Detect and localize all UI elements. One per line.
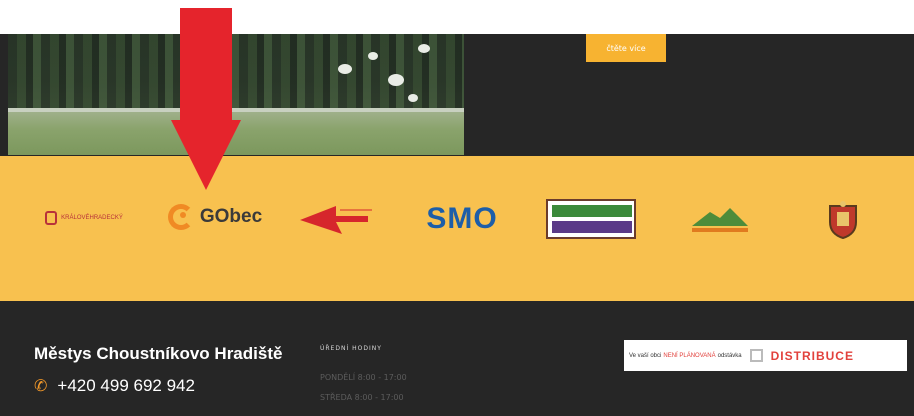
gobec-logo-text: GObec: [199, 206, 263, 227]
banner-text: odstávka: [717, 352, 742, 359]
grass-field: [8, 112, 464, 155]
logo-smo[interactable]: SMO: [420, 199, 504, 239]
kralovstvi-badge-icon: [546, 199, 636, 239]
read-more-button[interactable]: čtěte více: [586, 34, 666, 62]
hero-photo: [8, 34, 464, 155]
banner-text: Ve vaší obci: [629, 352, 662, 359]
blossom: [388, 74, 404, 86]
footer-phone[interactable]: ✆ +420 499 692 942: [34, 376, 195, 396]
office-hours-line: STŘEDA 8:00 - 17:00: [320, 393, 404, 402]
mountain-icon: [692, 208, 748, 232]
turist-logo-text: KRÁLOVÉHRADECKÝ: [61, 214, 123, 221]
logo-coat-of-arms[interactable]: [822, 200, 864, 240]
office-hours-line: PONDĚLÍ 8:00 - 17:00: [320, 373, 407, 382]
logo-podkrkonosi[interactable]: [688, 202, 752, 236]
distribuce-banner[interactable]: Ve vaší obci NENÍ PLÁNOVANÁ odstávka DIS…: [624, 340, 907, 371]
logo-kralovstvi[interactable]: [545, 198, 637, 240]
banner-brand: DISTRIBUCE: [770, 348, 854, 363]
logo-gobec[interactable]: GObec: [160, 200, 270, 234]
distribuce-logo-icon: [749, 349, 763, 362]
kraj-arrow-icon: [300, 206, 372, 234]
phone-number: +420 499 692 942: [57, 376, 195, 395]
banner-highlight: NENÍ PLÁNOVANÁ: [663, 352, 716, 359]
blossom: [408, 94, 418, 102]
blossom: [338, 64, 352, 74]
top-white-strip: [0, 0, 914, 34]
turist-mark-icon: [45, 211, 58, 225]
smo-logo-text: SMO: [426, 202, 498, 235]
coat-of-arms-icon: [829, 201, 857, 240]
blossom: [368, 52, 378, 60]
blossom: [418, 44, 430, 53]
office-hours-title: ÚŘEDNÍ HODINY: [320, 345, 382, 352]
gobec-ring-icon: [167, 204, 194, 230]
trees-background: [8, 34, 464, 112]
phone-icon: ✆: [34, 378, 48, 395]
logo-kralovehradecky-kraj[interactable]: [296, 200, 376, 236]
footer-town-name: Městys Choustníkovo Hradiště: [34, 344, 283, 363]
logo-kralovehradecky-turist[interactable]: KRÁLOVÉHRADECKÝ: [34, 207, 134, 229]
